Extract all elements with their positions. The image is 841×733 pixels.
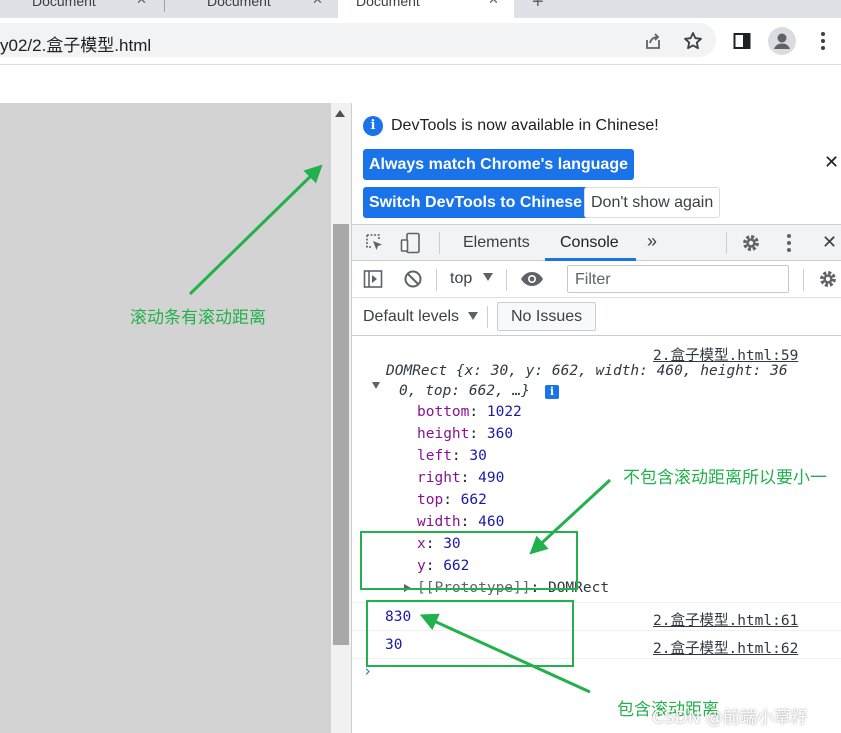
gear-icon[interactable] [741, 233, 761, 258]
levels-dropdown-icon[interactable] [468, 312, 478, 320]
toolbar-divider [0, 64, 841, 65]
info-badge-icon[interactable]: i [545, 383, 559, 399]
info-icon: i [363, 116, 383, 136]
page-viewport [0, 103, 331, 733]
more-tabs-chevron-icon[interactable]: » [647, 231, 657, 252]
filter-placeholder: Filter [575, 271, 611, 288]
prop-width: width: 460 [417, 514, 505, 530]
source-link[interactable]: 2.盒子模型.html:59 [653, 344, 798, 365]
browser-tab-strip: Document ✕ Document ✕ Document ✕ + [0, 0, 841, 18]
domrect-summary-cont: 0, top: 662, …} [399, 383, 530, 399]
close-icon[interactable]: ✕ [136, 0, 147, 9]
profile-icon[interactable] [768, 27, 796, 55]
tab-title: Document [32, 0, 96, 9]
close-icon[interactable]: ✕ [488, 0, 499, 9]
star-icon[interactable] [682, 30, 704, 52]
annotation-scrollbar-note: 滚动条有滚动距离 [130, 308, 266, 328]
csdn-watermark: CSDN @前端小草籽 [652, 708, 808, 728]
address-url: y02/2.盒子模型.html [0, 36, 152, 55]
toolbar-separator [439, 232, 440, 254]
address-bar[interactable]: y02/2.盒子模型.html [0, 23, 716, 57]
close-icon[interactable]: ✕ [824, 152, 839, 173]
inspect-element-icon[interactable] [365, 233, 385, 258]
devtools-tabbar: Elements Console » ✕ [352, 224, 841, 261]
source-link[interactable]: 2.盒子模型.html:62 [653, 637, 798, 658]
kebab-menu-icon[interactable] [786, 233, 792, 258]
default-levels-dropdown[interactable]: Default levels [363, 308, 459, 326]
scrollbar-thumb[interactable] [333, 224, 349, 645]
device-toolbar-icon[interactable] [400, 232, 422, 259]
toolbar-separator [436, 269, 437, 291]
new-tab-icon[interactable]: + [532, 0, 544, 14]
context-dropdown-icon[interactable] [483, 273, 493, 281]
source-link[interactable]: 2.盒子模型.html:61 [653, 609, 798, 630]
toolbar-separator [506, 269, 507, 291]
close-icon[interactable]: ✕ [822, 232, 837, 252]
console-filter-bar: top Filter [352, 261, 841, 298]
eye-icon[interactable] [520, 269, 544, 294]
close-icon[interactable]: ✕ [312, 0, 323, 9]
toolbar-separator [487, 306, 488, 328]
browser-tab-2[interactable]: Document ✕ [175, 0, 323, 18]
show-sidebar-icon[interactable] [363, 269, 383, 294]
tab-elements[interactable]: Elements [463, 234, 530, 252]
infobar-message: DevTools is now available in Chinese! [391, 117, 659, 134]
tab-divider [164, 0, 165, 12]
prop-left: left: 30 [417, 448, 487, 464]
always-match-language-button[interactable]: Always match Chrome's language [363, 149, 634, 180]
scroll-up-arrow-icon[interactable] [335, 110, 345, 117]
tab-title: Document [356, 0, 420, 9]
browser-tab-3-active[interactable]: Document ✕ [338, 0, 514, 18]
share-icon[interactable] [642, 30, 664, 52]
sidebar-icon[interactable] [731, 30, 753, 52]
tab-console[interactable]: Console [560, 234, 619, 252]
domrect-summary[interactable]: DOMRect {x: 30, y: 662, width: 460, heig… [386, 363, 788, 379]
dont-show-again-button[interactable]: Don't show again [584, 187, 721, 218]
switch-to-chinese-button[interactable]: Switch DevTools to Chinese [363, 187, 589, 218]
browser-toolbar: y02/2.盒子模型.html [0, 18, 841, 64]
prop-right: right: 490 [417, 470, 505, 486]
filter-input[interactable]: Filter [567, 265, 789, 293]
clear-console-icon[interactable] [403, 269, 423, 294]
issues-button[interactable]: No Issues [497, 302, 597, 331]
annotation-rect-note: 不包含滚动距离所以要小一 [623, 468, 827, 488]
prop-height: height: 360 [417, 426, 514, 442]
kebab-menu-icon[interactable] [812, 30, 834, 52]
console-levels-bar: Default levels No Issues [352, 298, 841, 336]
browser-tab-1[interactable]: Document ✕ [0, 0, 147, 18]
tab-title: Document [207, 0, 271, 9]
toolbar-separator [803, 269, 804, 291]
annotation-box-values [366, 600, 574, 667]
gear-icon[interactable] [818, 269, 838, 294]
context-selector[interactable]: top [450, 270, 472, 288]
toolbar-separator [726, 232, 727, 254]
prop-bottom: bottom: 1022 [417, 404, 522, 420]
annotation-box-xy [360, 531, 578, 590]
prop-top: top: 662 [417, 492, 487, 508]
